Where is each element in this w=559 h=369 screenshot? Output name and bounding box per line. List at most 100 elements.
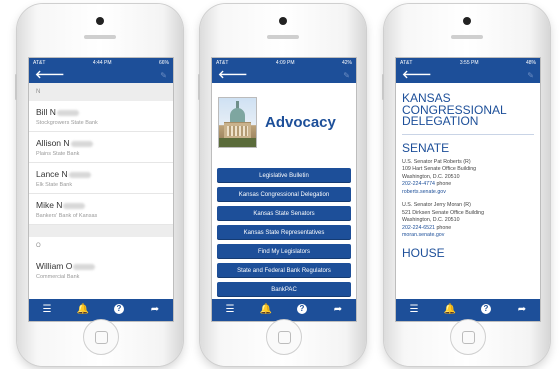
help-icon: ? [114, 304, 124, 315]
bell-icon[interactable]: 🔔 [440, 299, 460, 321]
carrier-label: AT&T [216, 60, 229, 66]
carrier-label: AT&T [33, 60, 46, 66]
senator-name: U.S. Senator Jerry Moran (R) [402, 202, 471, 208]
senator-card: U.S. Senator Pat Roberts (R) 109 Hart Se… [396, 159, 540, 203]
senator-card: U.S. Senator Jerry Moran (R) 521 Dirksen… [396, 202, 540, 246]
battery-level: 42% [341, 60, 352, 66]
menu-icon[interactable]: ☰ [220, 299, 240, 321]
share-icon[interactable]: ➦ [328, 299, 348, 321]
home-button[interactable] [266, 319, 302, 355]
screen-delegation: AT&T 3:55 PM 48% 🡐 ✎ KANSAS CONGRESSIONA… [395, 57, 541, 322]
page-title: KANSAS CONGRESSIONAL DELEGATION [396, 83, 540, 128]
tab-bar: ☰ 🔔 ? ➦ [212, 299, 356, 321]
find-legislators-button[interactable]: Find My Legislators [217, 244, 351, 259]
contact-name: Lance N [36, 169, 68, 179]
earpiece-speaker [451, 35, 483, 39]
edit-icon[interactable]: ✎ [160, 71, 167, 80]
redacted-surname [63, 202, 86, 209]
section-header-o: O [29, 237, 173, 255]
home-button[interactable] [83, 319, 119, 355]
senator-name: U.S. Senator Pat Roberts (R) [402, 158, 471, 165]
redacted-surname [73, 263, 96, 270]
senator-city: Washington, D.C. 20510 [402, 173, 460, 180]
redacted-surname [56, 109, 79, 116]
contact-bank: Commercial Bank [36, 274, 80, 280]
state-representatives-button[interactable]: Kansas State Representatives [217, 225, 351, 240]
house-heading: HOUSE [402, 245, 445, 260]
battery-level: 66% [158, 60, 169, 66]
nav-bar: 🡐 ✎ [396, 68, 540, 83]
front-camera [96, 17, 104, 25]
menu-icon[interactable]: ☰ [37, 299, 57, 321]
legislative-bulletin-button[interactable]: Legislative Bulletin [217, 168, 351, 183]
contact-name: William O [36, 261, 73, 271]
contact-name: Allison N [36, 138, 70, 148]
website-link[interactable]: roberts.senate.gov [402, 189, 534, 197]
front-camera [463, 17, 471, 25]
status-bar: AT&T 4:44 PM 66% [29, 58, 173, 68]
phone-label: phone [436, 181, 452, 187]
bell-icon[interactable]: 🔔 [256, 299, 276, 321]
tab-bar: ☰ 🔔 ? ➦ [396, 299, 540, 321]
nav-bar: 🡐 ✎ [212, 68, 356, 83]
status-bar: AT&T 4:09 PM 42% [212, 58, 356, 68]
share-icon[interactable]: ➦ [512, 299, 532, 321]
menu-icon[interactable]: ☰ [404, 299, 424, 321]
help-button[interactable]: ? [476, 299, 496, 321]
list-item[interactable]: Mike N Bankers' Bank of Kansas [29, 194, 173, 225]
list-item[interactable]: Lance N Elk State Bank [29, 163, 173, 194]
carrier-label: AT&T [400, 60, 413, 66]
edit-icon[interactable]: ✎ [527, 71, 534, 80]
back-arrow-icon[interactable]: 🡐 [402, 70, 432, 81]
help-button[interactable]: ? [109, 299, 129, 321]
nav-bar: 🡐 ✎ [29, 68, 173, 83]
back-arrow-icon[interactable]: 🡐 [35, 70, 65, 81]
help-icon: ? [481, 304, 491, 315]
redacted-surname [70, 140, 93, 147]
earpiece-speaker [267, 35, 299, 39]
bankpac-button[interactable]: BankPAC [217, 282, 351, 297]
redacted-surname [68, 171, 91, 178]
screen-contacts: AT&T 4:44 PM 66% 🡐 ✎ N Bill N Stockgrowe… [28, 57, 174, 322]
share-icon[interactable]: ➦ [145, 299, 165, 321]
contact-bank: Elk State Bank [36, 182, 73, 188]
contact-bank: Stockgrowers State Bank [36, 120, 98, 126]
help-button[interactable]: ? [292, 299, 312, 321]
clock: 3:55 PM [459, 60, 479, 66]
phone-contacts: AT&T 4:44 PM 66% 🡐 ✎ N Bill N Stockgrowe… [15, 4, 183, 366]
list-item[interactable]: Bill N Stockgrowers State Bank [29, 101, 173, 132]
screen-advocacy: AT&T 4:09 PM 42% 🡐 ✎ Advocacy Legislativ… [211, 57, 357, 322]
advocacy-menu: Legislative Bulletin Kansas Congressiona… [212, 156, 356, 297]
senator-city: Washington, D.C. 20510 [402, 217, 460, 223]
advocacy-header: Advocacy [212, 83, 356, 156]
congressional-delegation-button[interactable]: Kansas Congressional Delegation [217, 187, 351, 202]
home-button[interactable] [450, 319, 486, 355]
contact-bank: Plains State Bank [36, 151, 80, 157]
back-arrow-icon[interactable]: 🡐 [218, 70, 248, 81]
state-senators-button[interactable]: Kansas State Senators [217, 206, 351, 221]
capitol-building-image [218, 97, 257, 148]
battery-level: 48% [525, 60, 536, 66]
website-link[interactable]: moran.senate.gov [402, 232, 534, 240]
list-gap [29, 225, 173, 237]
list-item[interactable]: Allison N Plains State Bank [29, 132, 173, 163]
list-item[interactable]: William O Commercial Bank [29, 255, 173, 286]
status-bar: AT&T 3:55 PM 48% [396, 58, 540, 68]
phone-link[interactable]: 202-224-6521 [402, 225, 435, 231]
edit-icon[interactable]: ✎ [343, 71, 350, 80]
senator-office: 521 Dirksen Senate Office Building [402, 209, 485, 216]
earpiece-speaker [84, 35, 116, 39]
bell-icon[interactable]: 🔔 [73, 299, 93, 321]
contact-bank: Bankers' Bank of Kansas [36, 213, 98, 219]
contact-name: Mike N [36, 200, 63, 210]
help-icon: ? [297, 304, 307, 315]
senator-office: 109 Hart Senate Office Building [402, 166, 477, 172]
contact-name: Bill N [36, 107, 56, 117]
front-camera [279, 17, 287, 25]
phone-label: phone [436, 224, 452, 231]
clock: 4:09 PM [275, 60, 295, 66]
phone-link[interactable]: 202-224-4774 [402, 181, 435, 187]
clock: 4:44 PM [92, 60, 112, 66]
page-title: Advocacy [265, 114, 336, 131]
bank-regulators-button[interactable]: State and Federal Bank Regulators [217, 263, 351, 278]
